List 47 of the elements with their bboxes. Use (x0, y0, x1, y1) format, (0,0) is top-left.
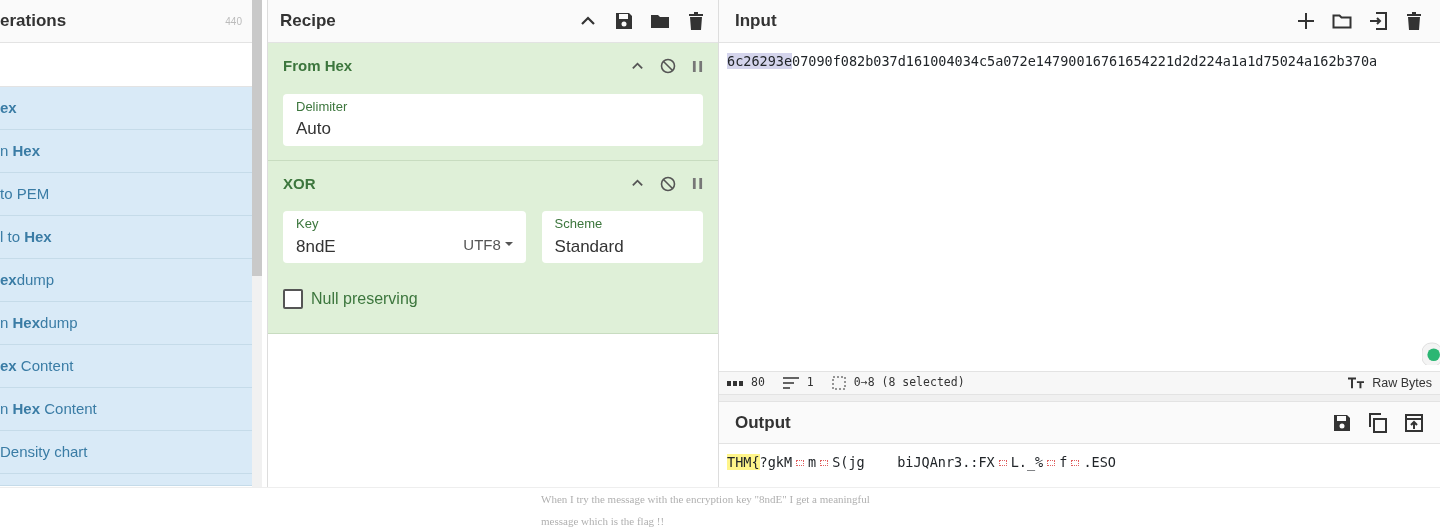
panel-title: Input (735, 10, 777, 33)
panel-title: Output (735, 411, 791, 434)
checkbox-label: Null preserving (311, 289, 418, 309)
input-text[interactable]: 6c26293e07090f082b037d161004034c5a072e14790016761654221d2d224a1a1d75024a162b370a (727, 51, 1432, 72)
format-label[interactable]: Raw Bytes (1372, 373, 1432, 393)
trash-icon[interactable] (1404, 11, 1424, 31)
operation-item[interactable]: l to Hex (0, 225, 52, 249)
length-icon (727, 379, 743, 387)
option-field[interactable]: Delimiter Auto (283, 93, 703, 146)
replace-input-icon[interactable] (1404, 412, 1424, 433)
caption-text: When I try the message with the encryption key "8ndE" I get a meaningful (541, 492, 871, 507)
pause-icon[interactable] (692, 59, 703, 73)
import-icon[interactable] (1368, 11, 1388, 31)
operation-item[interactable]: ex Content (0, 354, 74, 378)
font-icon[interactable] (1348, 377, 1365, 389)
line-count: 1 (806, 374, 814, 392)
extension-icon[interactable] (1422, 339, 1440, 365)
add-icon[interactable] (1296, 11, 1316, 31)
operation-item[interactable]: Density chart (0, 440, 88, 464)
save-icon[interactable] (614, 11, 634, 31)
lines-icon (782, 377, 799, 389)
selection-icon (831, 376, 846, 390)
caption-text: message which is the flag !! (541, 514, 666, 528)
operation-item[interactable]: ex (0, 96, 17, 120)
output-text: THM{?gkM m S(jg biJQAnr3.:FX L._% f .ESO (727, 453, 1117, 473)
checkbox[interactable] (283, 289, 303, 309)
operation-item[interactable]: to PEM (0, 182, 50, 206)
step-title: From Hex (283, 56, 353, 76)
copy-icon[interactable] (1368, 412, 1388, 433)
panel-title: erations (0, 10, 67, 33)
option-field[interactable]: Key 8ndE UTF8 (283, 211, 526, 263)
length-count: 80 (751, 374, 765, 392)
disable-icon[interactable] (660, 58, 676, 75)
selection-range: 0→8 (8 selected) (853, 374, 965, 392)
save-icon[interactable] (1332, 412, 1352, 433)
operation-item[interactable]: exdump (0, 268, 55, 292)
option-field[interactable]: Scheme Standard (541, 211, 703, 263)
pause-icon[interactable] (692, 177, 703, 191)
trash-icon[interactable] (686, 11, 706, 31)
panel-title: Recipe (280, 10, 336, 33)
step-title: XOR (283, 173, 316, 194)
encoding-dropdown[interactable]: UTF8 (463, 233, 513, 259)
operation-item[interactable]: n Hex (0, 139, 41, 163)
scrollbar[interactable] (252, 0, 262, 487)
operation-item[interactable]: n Hexdump (0, 311, 78, 335)
disable-icon[interactable] (660, 175, 676, 192)
operation-count: 440 (225, 14, 242, 29)
